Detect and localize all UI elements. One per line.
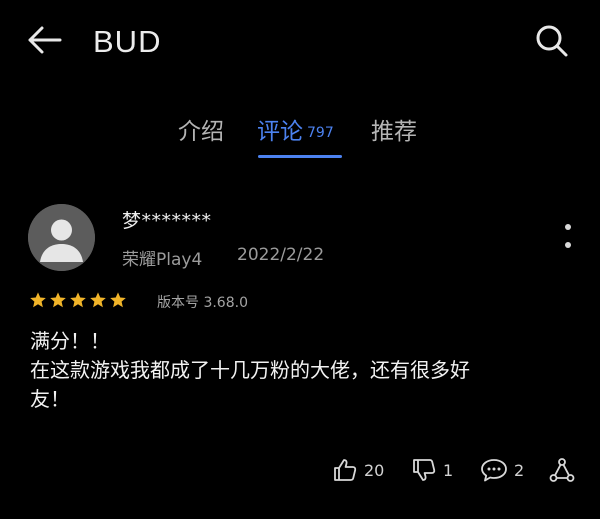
more-dot-icon <box>565 242 571 248</box>
rating-stars <box>29 291 127 311</box>
thumbs-down-icon <box>413 459 436 481</box>
default-user-icon <box>28 204 95 271</box>
review-text: 满分！！ 在这款游戏我都成了十几万粉的大佬，还有很多好 友！ <box>30 329 470 411</box>
like-button[interactable]: 20 <box>332 456 384 484</box>
tab-reviews-count: 797 <box>307 125 334 141</box>
review-device: 荣耀Play4 <box>122 250 203 270</box>
comment-bubble-icon <box>481 459 507 482</box>
more-options-button[interactable] <box>556 218 580 256</box>
star-icon <box>90 292 106 308</box>
active-tab-indicator <box>258 155 342 158</box>
comment-count: 2 <box>514 460 525 480</box>
search-button[interactable] <box>530 20 574 62</box>
tab-intro[interactable]: 介绍 <box>178 114 224 150</box>
tab-intro-label: 介绍 <box>178 119 224 145</box>
star-icon <box>110 292 126 308</box>
comment-button[interactable]: 2 <box>480 456 524 484</box>
like-count: 20 <box>364 460 385 480</box>
arrow-left-icon <box>28 26 62 54</box>
search-icon <box>536 25 568 57</box>
dislike-count: 1 <box>443 460 454 480</box>
review-app-version: 版本号 3.68.0 <box>157 295 248 311</box>
dislike-button[interactable]: 1 <box>411 456 453 484</box>
back-button[interactable] <box>22 20 68 60</box>
review-user-name[interactable]: 梦******* <box>122 206 212 233</box>
star-icon <box>30 292 46 308</box>
avatar[interactable] <box>28 204 95 271</box>
tab-reviews[interactable]: 评论 797 <box>257 114 334 150</box>
thumbs-up-icon <box>334 459 357 481</box>
more-dot-icon <box>565 224 571 230</box>
page-title: BUD <box>93 24 162 59</box>
star-icon <box>70 292 86 308</box>
star-icon <box>50 292 66 308</box>
share-icon <box>549 458 575 482</box>
review-date: 2022/2/22 <box>237 245 325 265</box>
share-button[interactable] <box>549 456 575 484</box>
tab-reviews-label: 评论 <box>257 119 303 145</box>
tab-recommend[interactable]: 推荐 <box>371 114 417 150</box>
tab-recommend-label: 推荐 <box>371 119 417 145</box>
